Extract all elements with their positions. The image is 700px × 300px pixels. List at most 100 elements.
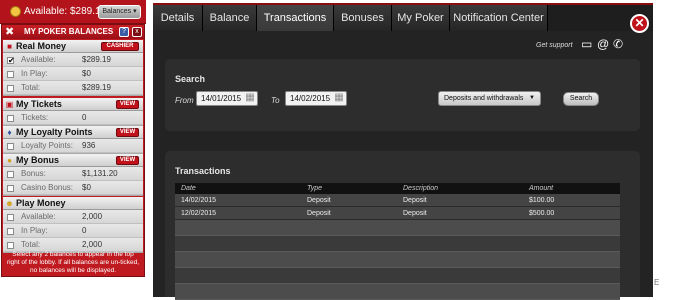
row-value: $289.19 [82,83,111,92]
panel-footer-note: Select any 2 balances to appear in the t… [6,251,140,274]
row-label: Loyalty Points: [21,141,74,150]
balance-row-play-in-play: In Play: 0 [3,224,143,238]
column-header-amount: Amount [529,185,554,192]
loyalty-icon: ♦ [7,128,12,137]
search-section: Search From 14/01/2015 ▦ To 14/02/2015 ▦… [165,59,640,131]
column-header-date: Date [181,185,196,192]
section-real-money: ■ Real Money CASHIER ✔ Available: $289.1… [3,40,143,96]
help-button[interactable]: ? [119,27,129,37]
row-value: 0 [82,113,87,122]
cell-date: 14/02/2015 [181,197,217,204]
tickets-checkbox[interactable] [7,115,14,122]
cell-type: Deposit [307,210,331,217]
row-value: 0 [82,226,87,235]
bonus-checkbox[interactable] [7,171,14,178]
section-header-my-bonus: ● My Bonus VIEW [3,154,143,167]
row-label: In Play: [21,226,48,235]
balances-button-label: Balances [102,8,132,15]
row-label: Available: [21,212,56,221]
balance-row-bonus: Bonus: $1,131.20 [3,167,143,181]
row-value: 2,000 [82,240,103,249]
row-label: In Play: [21,69,48,78]
coin-icon [10,6,21,17]
transactions-title: Transactions [175,166,231,176]
row-value: $289.19 [82,55,111,64]
balance-row-play-available: Available: 2,000 [3,210,143,224]
tab-transactions[interactable]: Transactions [257,5,334,31]
edge-letter: E [654,278,660,287]
play-money-icon: ☻ [5,199,14,208]
available-checkbox[interactable]: ✔ [7,57,15,65]
tab-my-poker[interactable]: My Poker [392,5,450,31]
cell-type: Deposit [307,197,331,204]
cell-date: 12/02/2015 [181,210,217,217]
column-header-type: Type [307,185,323,192]
transactions-content: Get support ▭ @ ✆ Search From 14/01/2015… [153,31,653,300]
play-available-checkbox[interactable] [7,214,14,221]
chat-icon[interactable]: ▭ [581,37,592,51]
row-label: Casino Bonus: [21,183,74,192]
balance-topbar: Available: $289.19 Balances ▾ [0,0,146,24]
from-calendar-icon[interactable]: ▦ [244,91,256,105]
view-loyalty-button[interactable]: VIEW [116,128,139,137]
table-row[interactable]: 12/02/2015 Deposit Deposit $500.00 [175,207,620,220]
section-my-bonus: ● My Bonus VIEW Bonus: $1,131.20 Casino … [3,154,143,196]
empty-row [175,252,620,268]
tab-bar: Details Balance Transactions Bonuses My … [153,5,653,31]
row-label: Available: [21,55,56,64]
tab-balance[interactable]: Balance [203,5,257,31]
transaction-type-value: Deposits and withdrawals [444,95,524,102]
total-checkbox[interactable] [7,85,14,92]
account-window: Details Balance Transactions Bonuses My … [153,3,653,300]
tab-bonuses[interactable]: Bonuses [334,5,392,31]
panel-close-button[interactable]: x [132,27,142,37]
search-button[interactable]: Search [563,92,599,106]
balance-row-loyalty-points: Loyalty Points: 936 [3,139,143,153]
section-title: Play Money [16,198,66,208]
section-header-play-money: ☻ Play Money [3,197,143,210]
from-label: From [175,96,194,105]
ticket-icon: ▣ [5,100,14,109]
table-row[interactable]: 14/02/2015 Deposit Deposit $100.00 [175,194,620,207]
table-header: Date Type Description Amount [175,183,620,194]
balance-row-tickets: Tickets: 0 [3,111,143,125]
bonus-icon: ● [7,156,12,165]
section-header-real-money: ■ Real Money CASHIER [3,40,143,53]
section-loyalty-points: ♦ My Loyalty Points VIEW Loyalty Points:… [3,126,143,154]
play-in-play-checkbox[interactable] [7,228,14,235]
get-support-label: Get support [536,42,573,49]
empty-row [175,268,620,284]
section-header-loyalty-points: ♦ My Loyalty Points VIEW [3,126,143,139]
tab-notification-center[interactable]: Notification Center [450,5,548,31]
view-tickets-button[interactable]: VIEW [116,100,139,109]
balance-row-casino-bonus: Casino Bonus: $0 [3,181,143,195]
balances-dropdown-button[interactable]: Balances ▾ [98,5,141,19]
view-bonus-button[interactable]: VIEW [116,156,139,165]
star-icon: ✖ [5,26,15,38]
cashier-button[interactable]: CASHIER [101,42,139,51]
cell-description: Deposit [403,197,427,204]
row-label: Total: [21,83,41,92]
empty-row [175,220,620,236]
in-play-checkbox[interactable] [7,71,14,78]
casino-bonus-checkbox[interactable] [7,185,14,192]
section-my-tickets: ▣ My Tickets VIEW Tickets: 0 [3,98,143,126]
play-total-checkbox[interactable] [7,242,14,249]
row-value: $0 [82,69,91,78]
close-window-button[interactable]: ✕ [630,14,649,33]
chevron-down-icon: ▼ [529,95,535,101]
to-calendar-icon[interactable]: ▦ [333,91,345,105]
transactions-section: Transactions Date Type Description Amoun… [165,151,640,300]
to-label: To [271,96,280,105]
transaction-type-select[interactable]: Deposits and withdrawals ▼ [438,91,541,106]
cell-description: Deposit [403,210,427,217]
row-label: Tickets: [21,113,49,122]
tab-details[interactable]: Details [153,5,203,31]
phone-icon[interactable]: ✆ [613,37,623,51]
poker-balances-panel: ✖ MY POKER BALANCES ? x ■ Real Money CAS… [1,24,145,277]
loyalty-checkbox[interactable] [7,143,14,150]
row-label: Bonus: [21,169,46,178]
transactions-table: Date Type Description Amount 14/02/2015 … [175,183,620,300]
email-icon[interactable]: @ [597,37,609,51]
balance-row-total: Total: $289.19 [3,81,143,95]
